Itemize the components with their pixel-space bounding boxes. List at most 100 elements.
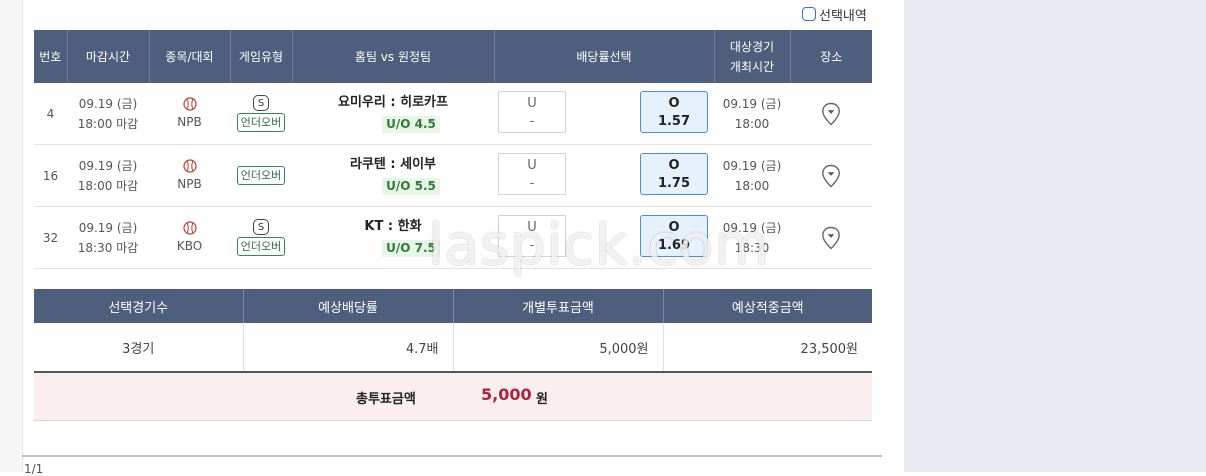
home-team: KT: [364, 219, 384, 234]
game-sport: NPB: [149, 83, 230, 145]
game-number: 16: [34, 144, 67, 207]
summary-header-row: 선택경기수 예상배당률 개별투표금액 예상적중금액: [34, 289, 872, 323]
over-label: O: [668, 96, 680, 111]
selection-history-toggle[interactable]: 선택내역: [802, 5, 867, 24]
game-matchup: KT : 한화 U/O 7.5: [292, 206, 494, 269]
matchup-teams: 라쿠텐 : 세이부: [292, 156, 494, 174]
game-venue[interactable]: [790, 144, 872, 207]
total-bet-label: 총투표금액: [356, 392, 416, 407]
game-venue[interactable]: [790, 206, 872, 269]
col-game-time: 대상경기 개최시간: [714, 30, 791, 83]
game-deadline: 09.19 (금) 18:30 마감: [67, 206, 149, 269]
over-odds-button[interactable]: O 1.75: [640, 153, 708, 195]
baseball-icon: [182, 221, 197, 235]
league-label: NPB: [177, 177, 202, 191]
total-bet-value: 5,000: [481, 385, 532, 404]
col-odds: 배당률선택: [494, 30, 715, 83]
game-start-time: 09.19 (금) 18:00: [714, 83, 790, 145]
game-venue[interactable]: [790, 83, 872, 145]
under-odds-button[interactable]: U -: [498, 215, 566, 257]
under-over-badge: 언더오버: [236, 166, 286, 185]
team-separator: :: [390, 157, 396, 172]
league-label: KBO: [176, 239, 203, 253]
summary-expected-payout-header: 예상적중금액: [663, 289, 872, 323]
game-row: 32 09.19 (금) 18:30 마감 KBO S 언더오버 KT : 한화: [34, 206, 872, 269]
game-matchup: 라쿠텐 : 세이부 U/O 5.5: [292, 144, 494, 207]
under-label: U: [527, 220, 537, 235]
map-pin-icon[interactable]: [821, 102, 841, 126]
over-label: O: [668, 158, 680, 173]
baseball-icon: [182, 159, 197, 173]
under-label: U: [527, 96, 537, 111]
col-sport: 종목/대회: [149, 30, 231, 83]
odds-selection: U - O 1.57: [494, 83, 714, 145]
summary-expected-odds-header: 예상배당률: [243, 289, 454, 323]
special-badge-icon: S: [253, 219, 269, 235]
deadline-time: 18:00 마감: [77, 178, 139, 193]
over-odds-button[interactable]: O 1.69: [640, 215, 708, 257]
over-value: 1.69: [657, 238, 691, 253]
checkbox-icon[interactable]: [802, 7, 816, 21]
home-team: 요미우리: [338, 95, 386, 110]
deadline-date: 09.19 (금): [78, 158, 138, 173]
col-deadline: 마감시간: [67, 30, 150, 83]
selection-history-label: 선택내역: [819, 8, 867, 24]
right-side-panel: [904, 0, 1206, 472]
summary-games-count: 3경기: [34, 323, 244, 373]
map-pin-icon[interactable]: [821, 226, 841, 250]
col-number: 번호: [34, 30, 68, 83]
games-header-row: 번호 마감시간 종목/대회 게임유형 홈팀 vs 원정팀 배당률선택 대상경기 …: [34, 30, 872, 83]
summary-bet-amount-header: 개별투표금액: [453, 289, 664, 323]
deadline-time: 18:00 마감: [77, 116, 139, 131]
summary-expected-payout: 23,500원: [663, 323, 872, 373]
game-time: 18:30: [734, 240, 770, 255]
away-team: 세이부: [400, 157, 437, 172]
map-pin-icon[interactable]: [821, 164, 841, 188]
handicap-line: U/O 5.5: [382, 178, 440, 195]
game-type: S 언더오버: [230, 83, 292, 145]
matchup-teams: 요미우리 : 히로카프: [292, 94, 494, 112]
game-date: 09.19 (금): [722, 220, 782, 235]
under-label: U: [527, 158, 537, 173]
game-row: 16 09.19 (금) 18:00 마감 NPB 언더오버 라쿠텐 : 세이부: [34, 144, 872, 207]
col-game-type: 게임유형: [230, 30, 293, 83]
game-start-time: 09.19 (금) 18:00: [714, 144, 790, 207]
game-start-time: 09.19 (금) 18:30: [714, 206, 790, 269]
game-deadline: 09.19 (금) 18:00 마감: [67, 83, 149, 145]
under-odds-button[interactable]: U -: [498, 153, 566, 195]
summary-expected-odds: 4.7배: [243, 323, 454, 373]
summary-table: 선택경기수 예상배당률 개별투표금액 예상적중금액 3경기 4.7배 5,000…: [34, 289, 872, 373]
under-odds-button[interactable]: U -: [498, 91, 566, 133]
total-bet-unit: 원: [536, 392, 548, 407]
deadline-time: 18:30 마감: [77, 240, 139, 255]
odds-selection: U - O 1.69: [494, 206, 714, 269]
game-date: 09.19 (금): [722, 158, 782, 173]
over-label: O: [668, 220, 680, 235]
handicap-line: U/O 7.5: [382, 240, 440, 257]
game-sport: NPB: [149, 144, 230, 207]
under-value: -: [529, 176, 535, 191]
over-odds-button[interactable]: O 1.57: [640, 91, 708, 133]
game-date: 09.19 (금): [722, 96, 782, 111]
bottom-divider: [22, 455, 882, 457]
page-indicator: 1/1: [24, 462, 44, 476]
deadline-date: 09.19 (금): [78, 96, 138, 111]
baseball-icon: [182, 97, 197, 111]
away-team: 히로카프: [400, 95, 448, 110]
handicap-line: U/O 4.5: [382, 116, 440, 133]
under-over-badge: 언더오버: [236, 113, 286, 132]
under-value: -: [529, 114, 535, 129]
league-label: NPB: [177, 115, 202, 129]
col-venue: 장소: [790, 30, 872, 83]
odds-selection: U - O 1.75: [494, 144, 714, 207]
deadline-date: 09.19 (금): [78, 220, 138, 235]
summary-value-row: 3경기 4.7배 5,000원 23,500원: [34, 323, 872, 373]
games-table: 번호 마감시간 종목/대회 게임유형 홈팀 vs 원정팀 배당률선택 대상경기 …: [34, 30, 872, 269]
special-badge-icon: S: [253, 95, 269, 111]
game-row: 4 09.19 (금) 18:00 마감 NPB S 언더오버 요미우리 : 히…: [34, 83, 872, 145]
team-separator: :: [390, 95, 396, 110]
total-bet-bar: 총투표금액 5,000 원: [34, 373, 872, 421]
away-team: 한화: [397, 219, 422, 234]
col-matchup: 홈팀 vs 원정팀: [292, 30, 495, 83]
over-value: 1.75: [657, 176, 691, 191]
